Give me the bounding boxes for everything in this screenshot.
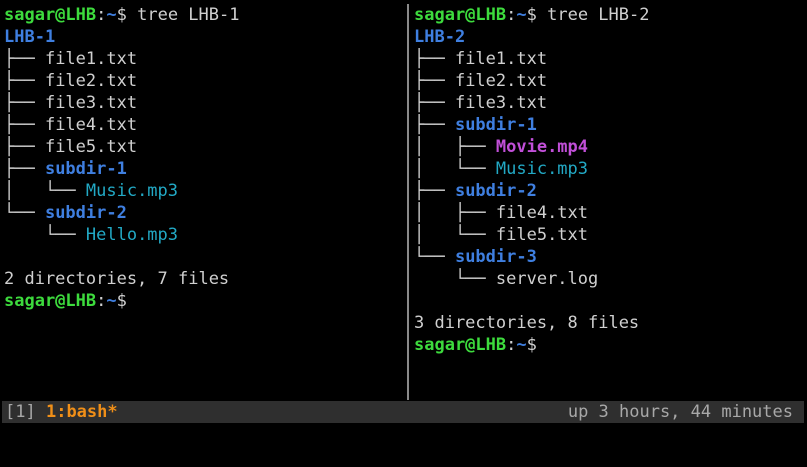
tree-branch: ├── (4, 137, 45, 157)
tree-entry: │ ├── file4.txt (414, 202, 804, 224)
tree-entry: ├── subdir-1 (414, 114, 804, 136)
directory-name: subdir-1 (454, 115, 537, 135)
prompt-path: ~ (516, 335, 527, 355)
tree-entry: └── server.log (414, 268, 804, 290)
prompt-user: sagar@LHB (414, 5, 507, 25)
directory-name: subdir-2 (454, 181, 537, 201)
pane-divider[interactable] (407, 4, 409, 400)
terminal-pane-left[interactable]: sagar@LHB:~$ tree LHB-1 LHB-1 ├── file1.… (4, 4, 404, 396)
tree-branch: ├── (4, 93, 45, 113)
tree-entry: ├── file2.txt (4, 70, 404, 92)
tree-branch: ├── (4, 115, 45, 135)
file-name: file5.txt (44, 137, 138, 157)
file-name: file1.txt (44, 49, 138, 69)
file-name: server.log (495, 269, 599, 289)
tree-branch: │ └── (4, 181, 86, 201)
file-name: file2.txt (454, 71, 548, 91)
session-name: [1] (5, 402, 36, 422)
prompt-colon: : (96, 291, 107, 311)
prompt-colon: : (96, 5, 107, 25)
tree-entry: ├── file4.txt (4, 114, 404, 136)
file-name: file5.txt (495, 225, 589, 245)
tree-branch: ├── (4, 71, 45, 91)
tree-summary: 2 directories, 7 files (4, 269, 230, 289)
command-prompt-line: sagar@LHB:~$ (4, 290, 404, 312)
tree-entry: ├── file2.txt (414, 70, 804, 92)
file-name: file4.txt (495, 203, 589, 223)
tree-entry: ├── subdir-2 (414, 180, 804, 202)
file-name: file2.txt (44, 71, 138, 91)
tree-branch: ├── (414, 93, 455, 113)
prompt-path: ~ (516, 5, 527, 25)
tree-root: LHB-1 (4, 26, 404, 48)
tree-branch: └── (414, 247, 455, 267)
prompt-symbol: $ (526, 5, 537, 25)
tree-branch: ├── (414, 49, 455, 69)
terminal-pane-right[interactable]: sagar@LHB:~$ tree LHB-2 LHB-2 ├── file1.… (414, 4, 804, 396)
directory-name: subdir-1 (44, 159, 127, 179)
file-name: file3.txt (454, 93, 548, 113)
tree-entry: ├── file1.txt (4, 48, 404, 70)
directory-name: LHB-2 (414, 27, 466, 47)
video-file-name: Movie.mp4 (495, 137, 589, 157)
tree-summary: 3 directories, 8 files (414, 313, 640, 333)
prompt-colon: : (506, 335, 517, 355)
audio-file-name: Music.mp3 (85, 181, 179, 201)
tree-entry: ├── file1.txt (414, 48, 804, 70)
file-name: file1.txt (454, 49, 548, 69)
directory-name: LHB-1 (4, 27, 56, 47)
prompt-symbol: $ (526, 335, 537, 355)
tree-branch: ├── (414, 115, 455, 135)
audio-file-name: Music.mp3 (495, 159, 589, 179)
tree-branch: ├── (4, 49, 45, 69)
tree-entry: ├── file3.txt (4, 92, 404, 114)
tree-branch: └── (4, 203, 45, 223)
tree-entry: └── subdir-2 (4, 202, 404, 224)
tree-entry: └── Hello.mp3 (4, 224, 404, 246)
tree-entry: │ ├── Movie.mp4 (414, 136, 804, 158)
tree-entry: ├── file5.txt (4, 136, 404, 158)
prompt-path: ~ (106, 291, 117, 311)
tree-branch: │ └── (414, 225, 496, 245)
tree-entry: └── subdir-3 (414, 246, 804, 268)
tree-entry: ├── file3.txt (414, 92, 804, 114)
tree-branch: └── (414, 269, 496, 289)
tree-entry: │ └── Music.mp3 (414, 158, 804, 180)
tree-entry: │ └── Music.mp3 (4, 180, 404, 202)
prompt-colon: : (506, 5, 517, 25)
tree-branch: └── (4, 225, 86, 245)
file-name: file4.txt (44, 115, 138, 135)
command-text: tree LHB-2 (536, 5, 650, 25)
status-bar: [1] 1:bash* up 3 hours, 44 minutes (2, 401, 804, 423)
command-text: tree LHB-1 (126, 5, 240, 25)
tree-branch: ├── (414, 71, 455, 91)
prompt-user: sagar@LHB (414, 335, 507, 355)
tree-entry: │ └── file5.txt (414, 224, 804, 246)
prompt-user: sagar@LHB (4, 5, 97, 25)
command-prompt-line: sagar@LHB:~$ tree LHB-2 (414, 4, 804, 26)
command-prompt-line: sagar@LHB:~$ tree LHB-1 (4, 4, 404, 26)
tree-branch: │ └── (414, 159, 496, 179)
status-left: [1] 1:bash* (5, 401, 118, 423)
directory-name: subdir-3 (454, 247, 537, 267)
tree-branch: │ ├── (414, 203, 496, 223)
prompt-path: ~ (106, 5, 117, 25)
file-name: file3.txt (44, 93, 138, 113)
audio-file-name: Hello.mp3 (85, 225, 179, 245)
prompt-symbol: $ (116, 291, 127, 311)
tree-branch: ├── (4, 159, 45, 179)
window-tab-bash[interactable]: 1:bash* (46, 402, 118, 422)
prompt-symbol: $ (116, 5, 127, 25)
tree-entry: ├── subdir-1 (4, 158, 404, 180)
command-prompt-line: sagar@LHB:~$ (414, 334, 804, 356)
tree-branch: │ ├── (414, 137, 496, 157)
tree-branch: ├── (414, 181, 455, 201)
uptime-indicator: up 3 hours, 44 minutes (567, 402, 793, 422)
tree-root: LHB-2 (414, 26, 804, 48)
prompt-user: sagar@LHB (4, 291, 97, 311)
directory-name: subdir-2 (44, 203, 127, 223)
